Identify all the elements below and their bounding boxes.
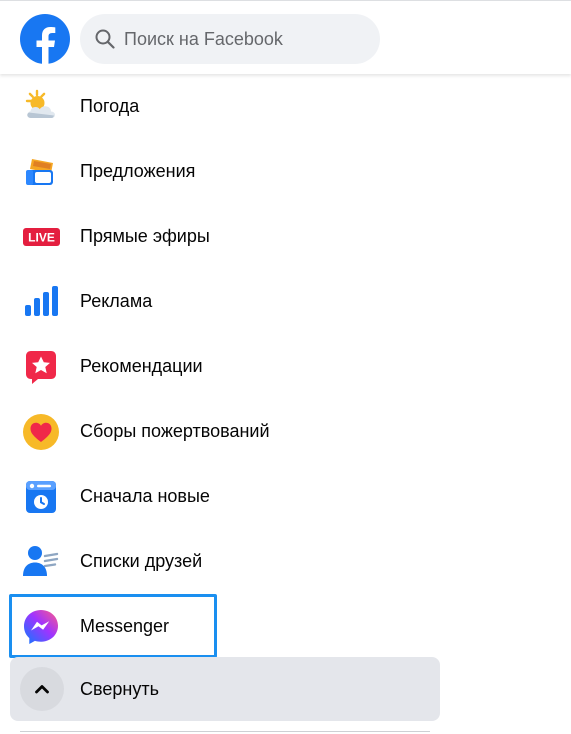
sidebar-item-weather[interactable]: Погода bbox=[10, 74, 440, 138]
sidebar-item-label: Погода bbox=[80, 96, 140, 116]
sidebar-item-label: Сначала новые bbox=[80, 486, 210, 506]
messenger-icon bbox=[24, 610, 58, 644]
sidebar-item-label: Рекомендации bbox=[80, 356, 203, 376]
svg-text:LIVE: LIVE bbox=[28, 231, 55, 245]
search-box[interactable] bbox=[80, 14, 380, 64]
weather-icon bbox=[25, 89, 56, 118]
search-icon bbox=[95, 29, 115, 49]
offers-icon bbox=[26, 159, 53, 185]
sidebar-item-label: Сборы пожертвований bbox=[80, 421, 270, 441]
sidebar-item-live[interactable]: LIVE Прямые эфиры bbox=[10, 204, 440, 268]
live-icon: LIVE bbox=[23, 228, 60, 246]
search-input[interactable] bbox=[124, 14, 369, 64]
ads-chart-icon bbox=[25, 286, 58, 316]
sidebar-item-label: Реклама bbox=[80, 291, 153, 311]
collapse-label: Свернуть bbox=[80, 679, 159, 699]
sidebar-item-ads[interactable]: Реклама bbox=[10, 269, 440, 333]
sidebar-item-label: Списки друзей bbox=[80, 551, 203, 571]
top-bar bbox=[0, 0, 571, 74]
sidebar-item-label: Предложения bbox=[80, 161, 196, 181]
chevron-up-icon bbox=[35, 685, 49, 694]
friend-lists-icon bbox=[23, 546, 59, 576]
sidebar-item-label: Прямые эфиры bbox=[80, 226, 210, 246]
sidebar-item-most-recent[interactable]: Сначала новые bbox=[10, 464, 440, 528]
most-recent-icon bbox=[26, 481, 56, 513]
sidebar-item-label: Messenger bbox=[80, 616, 170, 636]
recommendations-star-icon bbox=[26, 351, 56, 384]
collapse-button[interactable]: Свернуть bbox=[10, 657, 440, 721]
sidebar-item-friend-lists[interactable]: Списки друзей bbox=[10, 529, 440, 593]
sidebar-item-messenger[interactable]: Messenger bbox=[9, 594, 217, 658]
divider bbox=[20, 731, 430, 732]
fundraisers-heart-icon bbox=[23, 414, 59, 450]
facebook-logo-icon[interactable] bbox=[20, 14, 70, 64]
collapse-circle bbox=[20, 667, 64, 711]
sidebar-item-offers[interactable]: Предложения bbox=[10, 139, 440, 203]
sidebar-item-fundraisers[interactable]: Сборы пожертвований bbox=[10, 399, 440, 463]
sidebar-item-recommendations[interactable]: Рекомендации bbox=[10, 334, 440, 398]
